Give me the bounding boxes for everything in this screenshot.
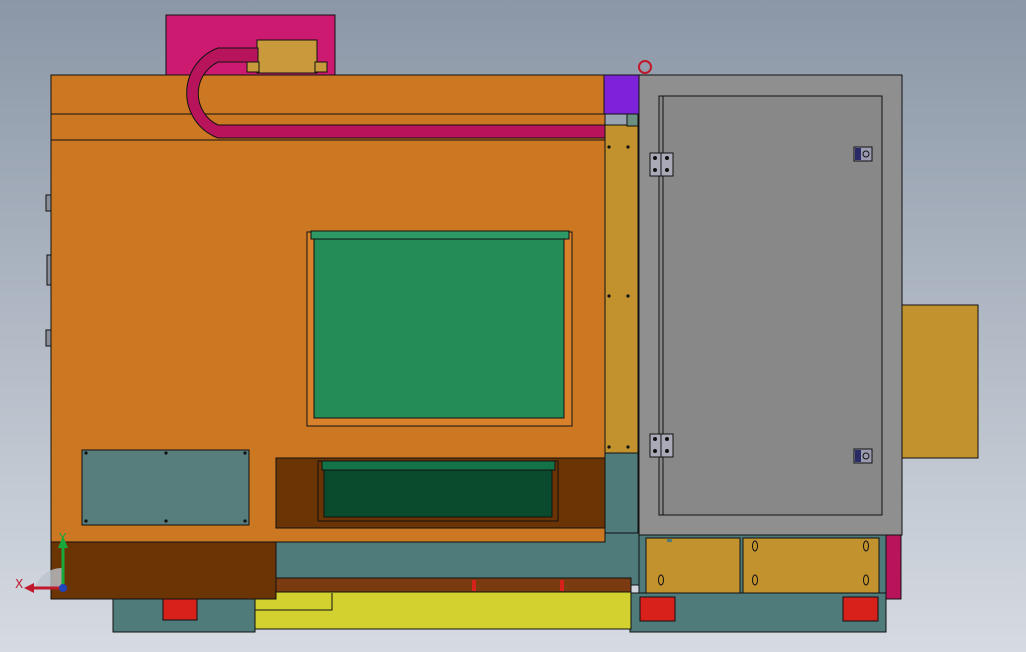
window-top-bar xyxy=(310,230,570,240)
bracket-foot-left xyxy=(246,61,260,73)
right-edge-magenta-strip xyxy=(885,534,902,600)
side-tab-2 xyxy=(46,254,52,286)
rail-marker-1 xyxy=(472,580,476,591)
left-red-pad xyxy=(162,597,198,621)
triad-x-label: X xyxy=(15,577,23,591)
bracket-foot-right xyxy=(314,61,328,73)
purple-block xyxy=(603,74,640,115)
right-red-pad xyxy=(842,596,879,622)
rail-marker-2 xyxy=(560,580,564,591)
side-tab-1 xyxy=(45,194,52,212)
center-red-pad xyxy=(639,596,676,622)
hinge-bottom xyxy=(649,433,674,458)
base-panel-tab xyxy=(667,539,672,542)
brown-base-block xyxy=(50,541,277,600)
machine-drawing: X Y xyxy=(15,14,979,633)
side-tab-3 xyxy=(45,329,52,347)
hinge-top xyxy=(649,152,674,177)
access-panel xyxy=(81,449,250,526)
tan-column xyxy=(604,124,639,454)
tan-bracket xyxy=(256,39,318,74)
latch-top-icon xyxy=(853,146,873,162)
base-panel-right xyxy=(742,537,880,594)
brown-rail xyxy=(274,577,632,593)
cabinet-door xyxy=(658,95,883,516)
right-tan-block xyxy=(901,304,979,459)
column-thin-strip xyxy=(626,113,639,127)
triad-y-label: Y xyxy=(58,531,67,545)
latch-bottom-icon xyxy=(853,448,873,464)
column-lower-strip xyxy=(604,452,639,534)
window-glass xyxy=(313,236,565,419)
lifting-eye-icon xyxy=(638,60,652,74)
chip-tray-lip xyxy=(321,460,556,471)
chip-tray xyxy=(323,467,553,518)
